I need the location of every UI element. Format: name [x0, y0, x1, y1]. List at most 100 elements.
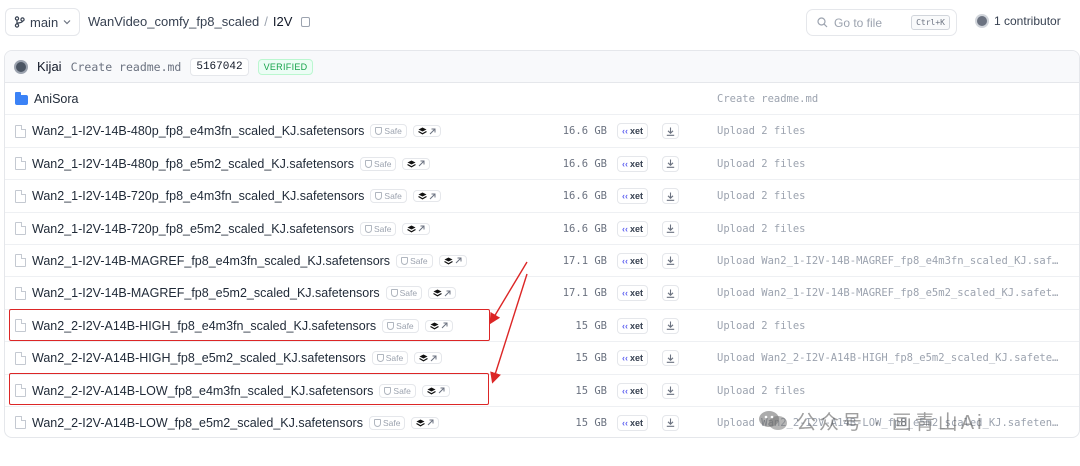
go-to-file-input[interactable]: Go to file Ctrl+K: [806, 9, 957, 36]
download-button[interactable]: [662, 317, 679, 334]
download-icon: [666, 256, 675, 266]
safe-badge[interactable]: Safe: [368, 415, 406, 430]
file-row[interactable]: Wan2_1-I2V-14B-480p_fp8_e4m3fn_scaled_KJ…: [5, 115, 1079, 148]
folder-name[interactable]: AniSora: [34, 92, 78, 106]
file-commit-message[interactable]: Upload 2 files: [717, 320, 1063, 332]
xet-badge[interactable]: ‹‹ xet: [617, 123, 649, 140]
safe-badge[interactable]: Safe: [359, 221, 397, 236]
file-row[interactable]: Wan2_1-I2V-14B-480p_fp8_e5m2_scaled_KJ.s…: [5, 148, 1079, 181]
file-viewer-button[interactable]: [414, 352, 443, 365]
file-commit-message[interactable]: Upload 2 files: [717, 385, 1063, 397]
download-button[interactable]: [662, 220, 679, 237]
file-name[interactable]: Wan2_1-I2V-14B-720p_fp8_e4m3fn_scaled_KJ…: [32, 189, 364, 203]
download-icon: [666, 418, 675, 428]
xet-badge[interactable]: ‹‹ xet: [617, 188, 649, 205]
watermark: 公众号 · 画青山Ai: [758, 406, 985, 435]
file-commit-message[interactable]: Upload 2 files: [717, 190, 1063, 202]
download-button[interactable]: [662, 350, 679, 367]
xet-badge[interactable]: ‹‹ xet: [617, 414, 649, 431]
safe-badge[interactable]: Safe: [385, 286, 423, 301]
file-name[interactable]: Wan2_1-I2V-14B-480p_fp8_e5m2_scaled_KJ.s…: [32, 157, 354, 171]
file-name[interactable]: Wan2_2-I2V-A14B-LOW_fp8_e5m2_scaled_KJ.s…: [32, 416, 363, 430]
file-name[interactable]: Wan2_1-I2V-14B-MAGREF_fp8_e5m2_scaled_KJ…: [32, 286, 380, 300]
xet-badge[interactable]: ‹‹ xet: [617, 220, 649, 237]
folder-commit-message[interactable]: Create readme.md: [717, 93, 1063, 105]
xet-badge[interactable]: ‹‹ xet: [617, 252, 649, 269]
highlight-box-low: [9, 373, 489, 405]
download-button[interactable]: [662, 382, 679, 399]
xet-badge[interactable]: ‹‹ xet: [617, 155, 649, 172]
download-button[interactable]: [662, 252, 679, 269]
file-commit-message[interactable]: Upload 2 files: [717, 125, 1063, 137]
contributors-count: 1 contributor: [994, 14, 1061, 28]
file-viewer-button[interactable]: [412, 190, 441, 203]
safe-label: Safe: [384, 126, 402, 137]
commit-hash[interactable]: 5167042: [190, 57, 249, 76]
breadcrumb-repo-link[interactable]: WanVideo_comfy_fp8_scaled: [88, 14, 259, 29]
file-commit-message[interactable]: Upload Wan2_2-I2V-A14B-HIGH_fp8_e5m2_sca…: [717, 352, 1063, 364]
file-icon: [15, 124, 26, 138]
file-commit-message[interactable]: Upload Wan2_1-I2V-14B-MAGREF_fp8_e5m2_sc…: [717, 287, 1063, 299]
download-icon: [666, 192, 675, 201]
contributor-avatar: [975, 14, 989, 28]
external-link-icon: [419, 160, 425, 167]
xet-badge[interactable]: ‹‹ xet: [617, 285, 649, 302]
file-name[interactable]: Wan2_1-I2V-14B-720p_fp8_e5m2_scaled_KJ.s…: [32, 222, 354, 236]
xet-badge[interactable]: ‹‹ xet: [617, 317, 649, 334]
safe-badge[interactable]: Safe: [370, 189, 407, 204]
file-row[interactable]: Wan2_1-I2V-14B-720p_fp8_e4m3fn_scaled_KJ…: [5, 180, 1079, 213]
xet-label: xet: [630, 385, 644, 396]
download-icon: [666, 224, 675, 233]
commit-message[interactable]: Create readme.md: [71, 60, 182, 74]
file-name[interactable]: Wan2_1-I2V-14B-MAGREF_fp8_e4m3fn_scaled_…: [32, 254, 390, 268]
download-icon: [666, 127, 675, 136]
keyboard-shortcut-badge: Ctrl+K: [911, 15, 950, 30]
download-button[interactable]: [662, 123, 679, 140]
safe-badge[interactable]: Safe: [359, 156, 397, 171]
folder-row[interactable]: AniSora Create readme.md: [5, 83, 1079, 116]
file-row[interactable]: Wan2_1-I2V-14B-MAGREF_fp8_e4m3fn_scaled_…: [5, 245, 1079, 278]
safe-badge[interactable]: Safe: [370, 124, 407, 139]
file-viewer-button[interactable]: [438, 254, 467, 267]
file-commit-message[interactable]: Upload 2 files: [717, 158, 1063, 170]
xet-badge[interactable]: ‹‹ xet: [617, 382, 649, 399]
commit-author[interactable]: Kijai: [37, 59, 62, 74]
xet-chevron-icon: ‹‹: [622, 126, 628, 137]
safe-badge[interactable]: Safe: [371, 351, 409, 366]
safe-badge[interactable]: Safe: [396, 253, 433, 268]
file-name[interactable]: Wan2_2-I2V-A14B-HIGH_fp8_e5m2_scaled_KJ.…: [32, 351, 366, 365]
xet-label: xet: [630, 353, 644, 364]
file-viewer-button[interactable]: [411, 416, 440, 429]
download-button[interactable]: [662, 414, 679, 431]
file-icon: [15, 351, 26, 365]
download-button[interactable]: [662, 155, 679, 172]
chevron-down-icon: [63, 20, 71, 25]
contributors-link[interactable]: 1 contributor: [975, 14, 1061, 28]
file-row[interactable]: Wan2_1-I2V-14B-720p_fp8_e5m2_scaled_KJ.s…: [5, 213, 1079, 245]
file-row[interactable]: Wan2_1-I2V-14B-MAGREF_fp8_e5m2_scaled_KJ…: [5, 277, 1079, 310]
file-commit-message[interactable]: Upload Wan2_1-I2V-14B-MAGREF_fp8_e4m3fn_…: [717, 255, 1063, 267]
external-link-icon: [430, 355, 437, 361]
xet-label: xet: [630, 158, 644, 169]
branch-selector[interactable]: main: [5, 8, 81, 36]
folder-icon: [15, 92, 28, 105]
file-size: 16.6 GB: [562, 222, 607, 235]
file-viewer-button[interactable]: [428, 287, 457, 300]
file-viewer-button[interactable]: [402, 222, 431, 235]
safe-label: Safe: [410, 255, 428, 266]
xet-badge[interactable]: ‹‹ xet: [617, 350, 649, 367]
layers-icon: [418, 192, 427, 200]
xet-chevron-icon: ‹‹: [622, 158, 628, 169]
xet-label: xet: [630, 191, 644, 202]
file-icon: [15, 416, 26, 430]
shield-icon: [364, 224, 372, 233]
file-row[interactable]: Wan2_2-I2V-A14B-HIGH_fp8_e5m2_scaled_KJ.…: [5, 342, 1079, 375]
file-name[interactable]: Wan2_1-I2V-14B-480p_fp8_e4m3fn_scaled_KJ…: [32, 124, 364, 138]
download-button[interactable]: [662, 188, 679, 205]
external-link-icon: [428, 419, 434, 426]
file-viewer-button[interactable]: [402, 157, 431, 170]
file-viewer-button[interactable]: [412, 125, 441, 138]
download-button[interactable]: [662, 285, 679, 302]
file-commit-message[interactable]: Upload 2 files: [717, 223, 1063, 235]
copy-path-icon[interactable]: [301, 14, 314, 27]
